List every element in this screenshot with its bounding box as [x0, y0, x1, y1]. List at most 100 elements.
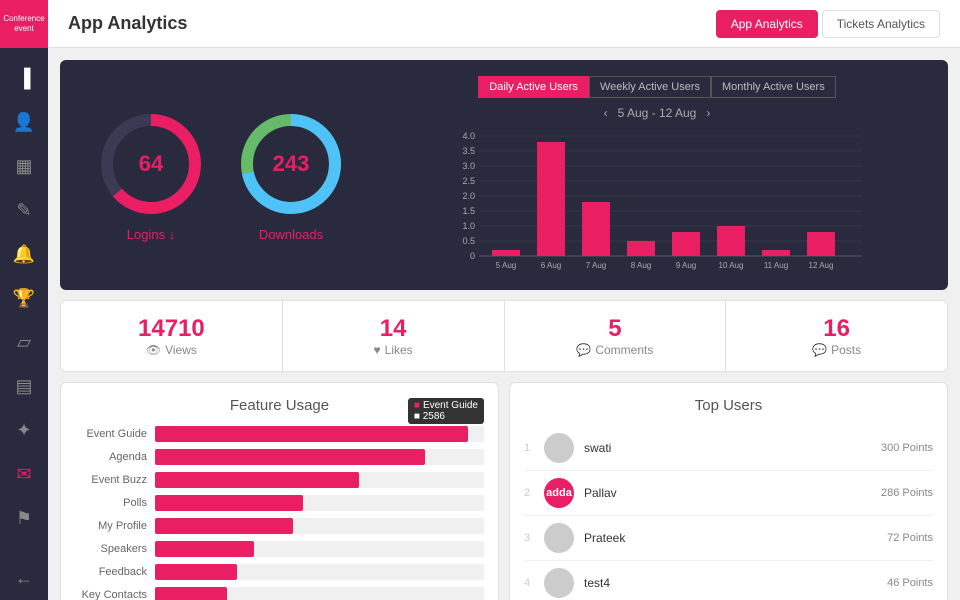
svg-text:12 Aug: 12 Aug: [809, 261, 834, 270]
feature-bar: [155, 541, 254, 557]
sidebar-item-ticket[interactable]: ▱: [0, 320, 48, 364]
user-points: 300 Points: [881, 442, 933, 454]
donut-charts-section: 64 Logins ↓ 243 Downloads: [76, 76, 366, 274]
user-row: 4 test4 46 Points: [524, 561, 933, 600]
date-navigation: ‹ 5 Aug - 12 Aug ›: [604, 106, 711, 120]
feature-name: Speakers: [75, 543, 155, 555]
avatar: [544, 568, 574, 598]
active-users-tabs: Daily Active Users Weekly Active Users M…: [478, 76, 835, 98]
posts-value: 16: [742, 315, 931, 343]
prev-date-button[interactable]: ‹: [604, 106, 608, 120]
feature-bar-wrap: [155, 518, 484, 534]
feature-name: Agenda: [75, 451, 155, 463]
svg-text:5 Aug: 5 Aug: [496, 261, 516, 270]
user-rank: 3: [524, 532, 544, 544]
content-area: 64 Logins ↓ 243 Downloads: [48, 48, 960, 600]
sidebar-item-edit[interactable]: ✎: [0, 188, 48, 232]
user-rank: 1: [524, 442, 544, 454]
feature-bar: [155, 495, 303, 511]
bottom-row: Feature Usage Event Guide ■Event Guide■ …: [60, 382, 948, 600]
feature-name: Key Contacts: [75, 589, 155, 600]
logins-value: 64: [139, 151, 163, 177]
eye-icon: 👁: [146, 343, 161, 357]
user-name: test4: [584, 576, 887, 590]
svg-text:10 Aug: 10 Aug: [719, 261, 744, 270]
feature-bar-wrap: ■Event Guide■ 2586: [155, 426, 484, 442]
feature-bar-wrap: [155, 472, 484, 488]
svg-text:3.5: 3.5: [462, 146, 475, 156]
feature-bar-wrap: [155, 449, 484, 465]
user-rank: 2: [524, 487, 544, 499]
sidebar-item-calendar[interactable]: ▦: [0, 144, 48, 188]
feature-name: My Profile: [75, 520, 155, 532]
user-row: 2 adda Pallav 286 Points: [524, 471, 933, 516]
logo[interactable]: Conferenceevent: [0, 0, 48, 48]
feature-name: Event Guide: [75, 428, 155, 440]
svg-text:7 Aug: 7 Aug: [586, 261, 606, 270]
sidebar-item-back[interactable]: ←: [0, 556, 48, 600]
comments-value: 5: [521, 315, 710, 343]
feature-tooltip: ■Event Guide■ 2586: [408, 398, 484, 424]
app-analytics-button[interactable]: App Analytics: [716, 10, 818, 38]
svg-text:8 Aug: 8 Aug: [631, 261, 651, 270]
views-label: 👁 Views: [77, 343, 266, 357]
feature-bar-wrap: [155, 495, 484, 511]
feature-row: Feedback: [75, 564, 484, 580]
sidebar-item-mail[interactable]: ✉: [0, 452, 48, 496]
likes-label: ♥ Likes: [299, 343, 488, 357]
heart-icon: ♥: [374, 343, 381, 357]
user-row: 3 Prateek 72 Points: [524, 516, 933, 561]
feature-bar: [155, 449, 425, 465]
feature-bar: [155, 564, 237, 580]
downloads-donut: 243 Downloads: [236, 109, 346, 242]
user-name: Pallav: [584, 486, 881, 500]
svg-text:0.5: 0.5: [462, 236, 475, 246]
views-value: 14710: [77, 315, 266, 343]
logins-label: Logins ↓: [127, 227, 175, 242]
feature-bar: [155, 426, 468, 442]
analytics-card: 64 Logins ↓ 243 Downloads: [60, 60, 948, 290]
logins-donut-wrapper: 64: [96, 109, 206, 219]
sidebar-item-chart[interactable]: ▐: [0, 56, 48, 100]
sidebar-item-users[interactable]: 👤: [0, 100, 48, 144]
stat-comments: 5 💬 Comments: [505, 301, 727, 371]
sidebar-item-flag[interactable]: ⚑: [0, 496, 48, 540]
sidebar-item-bell[interactable]: 🔔: [0, 232, 48, 276]
sidebar-item-grid[interactable]: ✦: [0, 408, 48, 452]
avatar: [544, 523, 574, 553]
sidebar-item-table[interactable]: ▤: [0, 364, 48, 408]
page-title: App Analytics: [68, 13, 187, 34]
user-points: 286 Points: [881, 487, 933, 499]
user-row: 1 swati 300 Points: [524, 426, 933, 471]
svg-text:6 Aug: 6 Aug: [541, 261, 561, 270]
monthly-tab[interactable]: Monthly Active Users: [711, 76, 836, 98]
downloads-donut-wrapper: 243: [236, 109, 346, 219]
user-name: swati: [584, 441, 881, 455]
weekly-tab[interactable]: Weekly Active Users: [589, 76, 711, 98]
user-points: 72 Points: [887, 532, 933, 544]
feature-row: Agenda: [75, 449, 484, 465]
sidebar-item-trophy[interactable]: 🏆: [0, 276, 48, 320]
stat-posts: 16 💬 Posts: [726, 301, 947, 371]
daily-tab[interactable]: Daily Active Users: [478, 76, 589, 98]
avatar: [544, 433, 574, 463]
comment-icon: 💬: [576, 343, 591, 357]
feature-bar-wrap: [155, 564, 484, 580]
main-content: App Analytics App Analytics Tickets Anal…: [48, 0, 960, 600]
feature-bar: [155, 472, 359, 488]
feature-usage-card: Feature Usage Event Guide ■Event Guide■ …: [60, 382, 499, 600]
avatar: adda: [544, 478, 574, 508]
feature-bar-wrap: [155, 541, 484, 557]
next-date-button[interactable]: ›: [706, 106, 710, 120]
tickets-analytics-button[interactable]: Tickets Analytics: [822, 10, 940, 38]
sidebar: Conferenceevent ▐ 👤 ▦ ✎ 🔔 🏆 ▱ ▤ ✦ ✉ ⚑ ←: [0, 0, 48, 600]
svg-text:2.5: 2.5: [462, 176, 475, 186]
feature-row: My Profile: [75, 518, 484, 534]
svg-text:11 Aug: 11 Aug: [764, 261, 788, 270]
top-users-card: Top Users 1 swati 300 Points 2 adda Pall…: [509, 382, 948, 600]
logo-text: Conferenceevent: [3, 14, 44, 33]
stat-likes: 14 ♥ Likes: [283, 301, 505, 371]
svg-text:3.0: 3.0: [462, 161, 475, 171]
svg-text:9 Aug: 9 Aug: [676, 261, 696, 270]
stat-views: 14710 👁 Views: [61, 301, 283, 371]
